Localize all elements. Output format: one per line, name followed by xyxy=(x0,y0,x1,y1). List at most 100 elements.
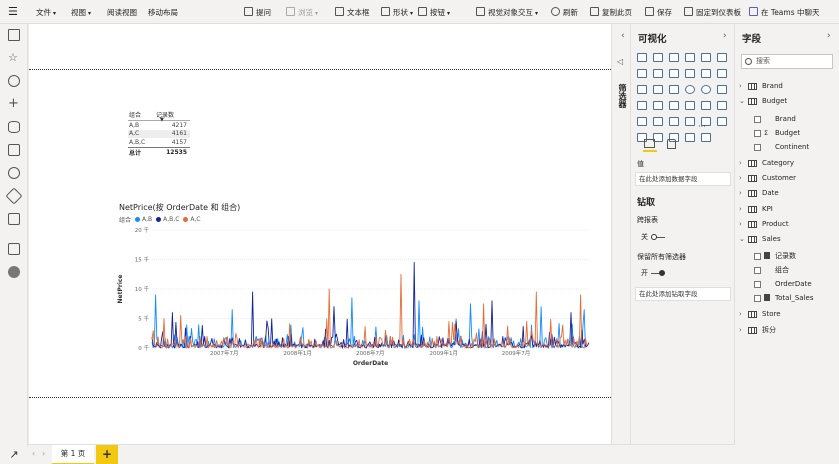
paginated-icon[interactable] xyxy=(701,133,711,142)
line-chart[interactable]: 20 千 15 千 10 千 5 千 0 千 2007年7月 2008年1月 2008年7月 2… xyxy=(114,224,594,369)
cross-report-toggle[interactable]: 关 xyxy=(641,232,665,242)
field-checkbox[interactable] xyxy=(754,295,761,303)
clustered-bar-icon[interactable] xyxy=(669,53,679,62)
filled-map-icon[interactable] xyxy=(653,101,663,110)
mobile-layout-button[interactable]: 移动布局 xyxy=(148,6,178,19)
table-row[interactable]: A,B,C 4157 xyxy=(128,138,190,147)
view-menu[interactable]: 视图 ▾ xyxy=(71,6,91,19)
field-item[interactable]: Continent xyxy=(735,140,839,154)
menu-icon[interactable]: ☰ xyxy=(8,5,18,18)
pie-icon[interactable] xyxy=(685,85,695,94)
field-table-product[interactable]: › Product xyxy=(735,217,839,231)
fields-tab[interactable] xyxy=(643,138,657,152)
matrix-icon[interactable] xyxy=(685,117,695,126)
buttons-button[interactable]: 按钮 ▾ xyxy=(418,6,450,19)
chevron-down-icon[interactable]: ⌄ xyxy=(739,232,745,246)
slicer-icon[interactable] xyxy=(653,117,663,126)
column-header[interactable]: 记录数 ▼ xyxy=(156,110,188,123)
ribbon-chart-icon[interactable] xyxy=(717,69,727,78)
chevron-right-icon[interactable]: › xyxy=(739,217,742,231)
save-button[interactable]: 保存 xyxy=(645,6,672,19)
kpi-icon[interactable] xyxy=(637,117,647,126)
duplicate-page-button[interactable]: 复制此页 xyxy=(590,6,632,19)
field-table-customer[interactable]: › Customer xyxy=(735,171,839,185)
recent-icon[interactable] xyxy=(8,75,20,87)
treemap-icon[interactable] xyxy=(717,85,727,94)
table-icon[interactable] xyxy=(669,117,679,126)
field-item[interactable]: Brand xyxy=(735,112,839,126)
shape-map-icon[interactable] xyxy=(669,101,679,110)
legend-item[interactable]: A,C xyxy=(183,216,201,223)
legend-item[interactable]: A,B xyxy=(135,216,152,223)
search-input[interactable]: 搜索 xyxy=(741,54,833,69)
field-table-拆分[interactable]: › 拆分 xyxy=(735,323,839,337)
metrics-icon[interactable] xyxy=(8,167,20,179)
donut-icon[interactable] xyxy=(701,85,711,94)
chevron-right-icon[interactable]: › xyxy=(739,156,742,170)
funnel-icon[interactable] xyxy=(653,85,663,94)
field-checkbox[interactable] xyxy=(754,281,761,289)
field-table-kpi[interactable]: › KPI xyxy=(735,202,839,216)
file-menu[interactable]: 文件 ▾ xyxy=(36,6,56,19)
expand-nav-icon[interactable]: ↗ xyxy=(0,446,28,464)
stacked-column-icon[interactable] xyxy=(653,53,663,62)
refresh-button[interactable]: 刷新 xyxy=(551,6,578,19)
clustered-column-icon[interactable] xyxy=(685,53,695,62)
chevron-left-icon[interactable]: ‹ xyxy=(621,31,625,41)
collapse-arrow-icon[interactable]: ◁ xyxy=(617,57,623,66)
reading-view-button[interactable]: 阅读视图 xyxy=(107,6,137,19)
field-item[interactable]: 组合 xyxy=(735,263,839,277)
chevron-right-icon[interactable]: › xyxy=(723,31,727,41)
chevron-down-icon[interactable]: ⌄ xyxy=(739,94,745,108)
chevron-right-icon[interactable]: › xyxy=(739,186,742,200)
scatter-icon[interactable] xyxy=(669,85,679,94)
chevron-right-icon[interactable]: › xyxy=(42,449,45,458)
add-page-button[interactable]: + xyxy=(96,445,118,464)
shapes-button[interactable]: 形状 ▾ xyxy=(381,6,413,19)
chat-teams-button[interactable]: 在 Teams 中聊天 xyxy=(749,6,820,19)
chevron-left-icon[interactable]: ‹ xyxy=(32,449,35,458)
line-chart-icon[interactable] xyxy=(637,69,647,78)
stacked-area-icon[interactable] xyxy=(669,69,679,78)
field-item[interactable]: Total_Sales xyxy=(735,291,839,305)
100-bar-icon[interactable] xyxy=(701,53,711,62)
textbox-button[interactable]: 文本框 xyxy=(335,6,370,19)
format-tab[interactable] xyxy=(665,138,679,152)
apps-icon[interactable] xyxy=(8,144,20,156)
table-row[interactable]: A,C 4161 xyxy=(128,129,190,138)
multirow-card-icon[interactable] xyxy=(717,101,727,110)
chevron-right-icon[interactable]: › xyxy=(739,79,742,93)
field-checkbox[interactable] xyxy=(754,129,761,137)
table-visual[interactable]: 组合 记录数 ▼ A,B 4217 A,C 4161 A,B,C 4157 总计 … xyxy=(128,109,190,157)
chevron-right-icon[interactable]: › xyxy=(739,323,742,337)
favorites-icon[interactable]: ☆ xyxy=(8,52,20,64)
stacked-bar-icon[interactable] xyxy=(637,53,647,62)
visual-interactions-button[interactable]: 视觉对象交互 ▾ xyxy=(476,6,538,19)
chevron-right-icon[interactable]: › xyxy=(739,171,742,185)
ask-question-button[interactable]: 提问 xyxy=(244,6,271,19)
chevron-right-icon[interactable]: › xyxy=(739,202,742,216)
datasets-icon[interactable] xyxy=(8,121,20,133)
tab-page-1[interactable]: 第 1 页 xyxy=(52,445,94,464)
field-table-budget[interactable]: ⌄ Budget xyxy=(735,94,839,108)
field-table-sales[interactable]: ⌄ Sales xyxy=(735,232,839,246)
values-drop-well[interactable]: 在此处添加数据字段 xyxy=(635,172,731,186)
column-header[interactable]: 组合 xyxy=(128,110,156,119)
field-item[interactable]: Σ Budget xyxy=(735,126,839,140)
pin-dashboard-button[interactable]: 固定到仪表板 xyxy=(684,6,741,19)
waterfall-icon[interactable] xyxy=(637,85,647,94)
field-checkbox[interactable] xyxy=(754,143,761,151)
line-column-icon[interactable] xyxy=(685,69,695,78)
more-visuals-icon[interactable]: ··· xyxy=(698,122,706,131)
field-item[interactable]: OrderDate xyxy=(735,277,839,291)
area-chart-icon[interactable] xyxy=(653,69,663,78)
workspace-avatar-icon[interactable] xyxy=(8,266,20,278)
drillthrough-drop-well[interactable]: 在此处添加钻取字段 xyxy=(635,287,731,301)
deployment-icon[interactable] xyxy=(5,187,23,205)
create-icon[interactable]: + xyxy=(8,97,20,110)
field-table-store[interactable]: › Store xyxy=(735,307,839,321)
field-checkbox[interactable] xyxy=(754,253,761,261)
field-table-brand[interactable]: › Brand xyxy=(735,79,839,93)
field-table-category[interactable]: › Category xyxy=(735,156,839,170)
map-icon[interactable] xyxy=(637,101,647,110)
